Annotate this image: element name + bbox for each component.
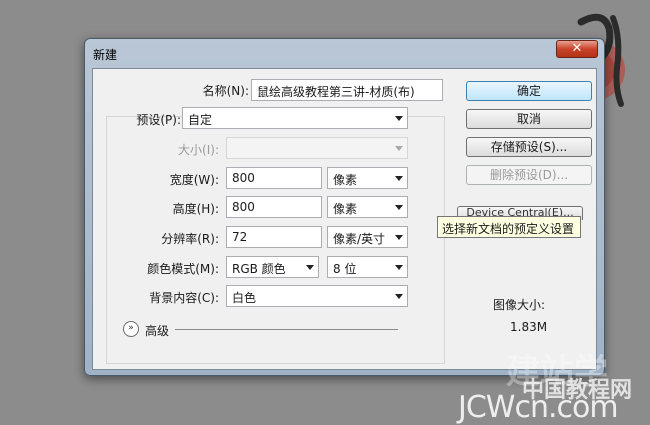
- width-input[interactable]: 800: [226, 167, 322, 189]
- color-mode-value: RGB 颜色: [232, 262, 286, 276]
- width-unit-select[interactable]: 像素: [327, 167, 408, 189]
- chevron-down-icon: [395, 265, 403, 270]
- resolution-label: 分辨率(R):: [161, 232, 219, 246]
- chevron-down-icon: [395, 146, 403, 151]
- size-select[interactable]: [226, 137, 408, 159]
- height-input[interactable]: 800: [226, 196, 322, 218]
- close-icon: ✕: [571, 41, 583, 56]
- chevron-down-icon: [395, 294, 403, 299]
- background-label: 背景内容(C):: [149, 291, 219, 305]
- background-value: 白色: [232, 291, 257, 305]
- resolution-unit-select[interactable]: 像素/英寸: [327, 226, 408, 248]
- width-label: 宽度(W):: [169, 173, 219, 187]
- width-unit-value: 像素: [333, 173, 358, 187]
- resolution-input[interactable]: 72: [226, 226, 322, 248]
- height-unit-select[interactable]: 像素: [327, 196, 408, 218]
- chevron-down-icon: [395, 116, 403, 121]
- advanced-label[interactable]: 高级: [145, 322, 169, 339]
- bit-depth-select[interactable]: 8 位: [327, 256, 408, 278]
- cancel-button[interactable]: 取消: [466, 109, 592, 129]
- chevron-down-icon: [395, 205, 403, 210]
- chevron-down-icon: [395, 176, 403, 181]
- chevron-down-icon: [395, 235, 403, 240]
- preset-tooltip: 选择新文档的预定义设置: [437, 216, 581, 238]
- ok-button[interactable]: 确定: [466, 81, 592, 101]
- watermark-url: JCWcn.com: [458, 390, 619, 425]
- preset-select[interactable]: 自定: [182, 107, 408, 129]
- dialog-title: 新建: [93, 48, 118, 62]
- background-select[interactable]: 白色: [226, 285, 408, 307]
- size-label: 大小(I):: [178, 143, 219, 157]
- name-label: 名称(N):: [202, 84, 249, 98]
- chevron-down-icon: [306, 265, 314, 270]
- preset-label: 预设(P):: [136, 113, 181, 127]
- close-button[interactable]: ✕: [556, 40, 598, 58]
- preset-value: 自定: [188, 113, 213, 127]
- advanced-divider: [175, 329, 398, 330]
- image-size-value: 1.83M: [510, 320, 548, 334]
- resolution-unit-value: 像素/英寸: [333, 232, 386, 246]
- name-input[interactable]: 鼠绘高级教程第三讲-材质(布): [251, 79, 443, 101]
- title-bar[interactable]: 新建 ✕: [85, 39, 604, 67]
- expand-icon[interactable]: »: [123, 321, 139, 337]
- bit-depth-value: 8 位: [333, 262, 357, 276]
- color-mode-select[interactable]: RGB 颜色: [226, 256, 319, 278]
- height-label: 高度(H):: [172, 202, 219, 216]
- height-unit-value: 像素: [333, 202, 358, 216]
- color-mode-label: 颜色模式(M):: [147, 262, 219, 276]
- image-size-label: 图像大小:: [493, 298, 546, 312]
- save-preset-button[interactable]: 存储预设(S)...: [466, 137, 592, 157]
- delete-preset-button[interactable]: 删除预设(D)...: [466, 165, 592, 185]
